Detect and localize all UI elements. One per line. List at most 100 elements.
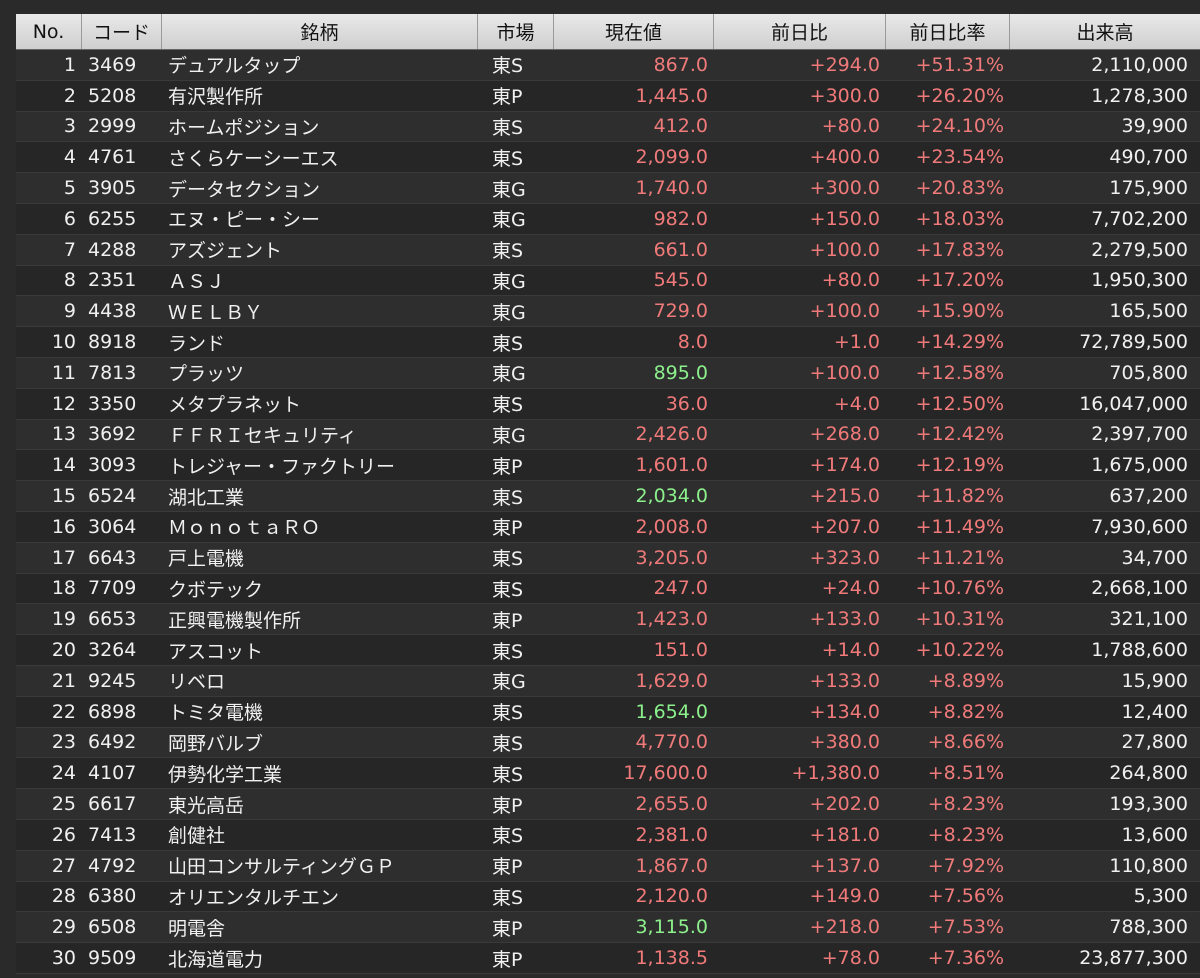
table-row[interactable]: 18 7709 クボテック 東S 247.0 +24.0 +10.76% 2,668,100 xyxy=(16,573,1200,605)
row-code: 7813 xyxy=(88,361,137,384)
table-row[interactable]: 21 9245 リベロ 東G 1,629.0 +133.0 +8.89% 15,900 xyxy=(16,665,1200,697)
row-volume: 13,600 xyxy=(1121,823,1188,846)
row-price: 8.0 xyxy=(677,331,708,354)
table-row[interactable]: 11 7813 プラッツ 東G 895.0 +100.0 +12.58% 705,800 xyxy=(16,357,1200,389)
row-change: +134.0 xyxy=(809,700,880,723)
row-volume: 1,950,300 xyxy=(1091,269,1188,292)
row-change: +300.0 xyxy=(809,177,880,200)
table-row[interactable]: 19 6653 正興電機製作所 東P 1,423.0 +133.0 +10.31% 321,1… xyxy=(16,604,1200,636)
row-name: 山田コンサルティングＧＰ xyxy=(168,856,395,879)
row-market: 東S xyxy=(492,332,524,355)
table-row[interactable]: 28 6380 オリエンタルチエン 東S 2,120.0 +149.0 +7.56% 5,30… xyxy=(16,881,1200,913)
row-volume: 705,800 xyxy=(1109,361,1188,384)
table-row[interactable]: 1 3469 デュアルタップ 東S 867.0 +294.0 +51.31% 2,110,00… xyxy=(16,50,1200,81)
row-no: 24 xyxy=(51,762,76,785)
header-change-rate[interactable]: 前日比率 xyxy=(886,14,1010,49)
row-price: 1,445.0 xyxy=(635,84,708,107)
row-name: 戸上電機 xyxy=(168,548,245,571)
row-no: 30 xyxy=(51,947,76,969)
table-row[interactable]: 24 4107 伊勢化学工業 東S 17,600.0 +1,380.0 +8.51% 264,… xyxy=(16,758,1200,790)
table-row[interactable]: 2 5208 有沢製作所 東P 1,445.0 +300.0 +26.20% 1,278,30… xyxy=(16,80,1200,112)
row-no: 12 xyxy=(51,392,76,415)
row-volume: 23,877,300 xyxy=(1079,947,1188,969)
table-row[interactable]: 12 3350 メタプラネット 東S 36.0 +4.0 +12.50% 16,047,000 xyxy=(16,388,1200,420)
row-price: 1,629.0 xyxy=(635,669,708,692)
row-volume: 34,700 xyxy=(1121,546,1188,569)
table-row[interactable]: 25 6617 東光高岳 東P 2,655.0 +202.0 +8.23% 193,300 xyxy=(16,789,1200,820)
header-no[interactable]: No. xyxy=(16,14,82,49)
row-market: 東G xyxy=(492,209,526,232)
table-row[interactable]: 15 6524 湖北工業 東S 2,034.0 +215.0 +11.82% 637,200 xyxy=(16,481,1200,512)
row-no: 9 xyxy=(63,300,76,323)
row-code: 7709 xyxy=(88,577,137,600)
row-code: 6255 xyxy=(88,207,137,230)
row-market: 東S xyxy=(492,640,524,663)
table-row[interactable]: 30 9509 北海道電力 東P 1,138.5 +78.0 +7.36% 23,877,30… xyxy=(16,943,1200,974)
table-row[interactable]: 29 6508 明電舎 東P 3,115.0 +218.0 +7.53% 788,300 xyxy=(16,912,1200,944)
table-row[interactable]: 14 3093 トレジャー・ファクトリー 東P 1,601.0 +174.0 +12.19%… xyxy=(16,450,1200,482)
table-row[interactable]: 8 2351 ＡＳＪ 東G 545.0 +80.0 +17.20% 1,950,300 xyxy=(16,265,1200,297)
row-market: 東S xyxy=(492,548,524,571)
table-row[interactable]: 7 4288 アズジェント 東S 661.0 +100.0 +17.83% 2,279,500 xyxy=(16,234,1200,266)
row-change-rate: +23.54% xyxy=(915,146,1004,169)
table-row[interactable]: 17 6643 戸上電機 東S 3,205.0 +323.0 +11.21% 34,700 xyxy=(16,542,1200,574)
row-volume: 321,100 xyxy=(1109,608,1188,631)
row-name: データセクション xyxy=(168,178,321,201)
row-volume: 110,800 xyxy=(1109,854,1188,877)
table-row[interactable]: 13 3692 ＦＦＲＩセキュリティ 東G 2,426.0 +268.0 +12.42% 2,… xyxy=(16,419,1200,451)
header-code[interactable]: コード xyxy=(82,14,162,49)
table-row[interactable]: 9 4438 ＷＥＬＢＹ 東G 729.0 +100.0 +15.90% 165,500 xyxy=(16,296,1200,328)
row-change: +323.0 xyxy=(809,546,880,569)
row-code: 6508 xyxy=(88,916,137,939)
table-row[interactable]: 27 4792 山田コンサルティングＧＰ 東P 1,867.0 +137.0 +7.92% 1… xyxy=(16,850,1200,882)
header-volume[interactable]: 出来高 xyxy=(1010,14,1200,49)
row-name: オリエンタルチエン xyxy=(168,886,340,909)
row-no: 10 xyxy=(51,331,76,354)
row-market: 東P xyxy=(492,86,523,109)
header-price[interactable]: 現在値 xyxy=(554,14,714,49)
row-price: 867.0 xyxy=(653,53,708,76)
row-code: 3064 xyxy=(88,515,137,538)
header-name[interactable]: 銘柄 xyxy=(162,14,478,49)
row-volume: 7,702,200 xyxy=(1091,207,1188,230)
row-change-rate: +20.83% xyxy=(915,177,1004,200)
row-code: 6617 xyxy=(88,793,137,816)
row-no: 13 xyxy=(51,423,76,446)
row-name: 伊勢化学工業 xyxy=(168,763,283,786)
table-row[interactable]: 10 8918 ランド 東S 8.0 +1.0 +14.29% 72,789,500 xyxy=(16,327,1200,358)
row-no: 15 xyxy=(51,485,76,508)
row-code: 9245 xyxy=(88,669,137,692)
row-change: +1,380.0 xyxy=(791,762,880,785)
row-name: さくらケーシーエス xyxy=(168,147,339,170)
table-row[interactable]: 5 3905 データセクション 東G 1,740.0 +300.0 +20.83% 175,9… xyxy=(16,173,1200,204)
row-change-rate: +10.22% xyxy=(915,639,1004,662)
row-change: +380.0 xyxy=(809,731,880,754)
row-name: プラッツ xyxy=(168,363,245,386)
row-market: 東P xyxy=(492,609,523,632)
row-change-rate: +7.36% xyxy=(927,947,1004,969)
row-volume: 2,397,700 xyxy=(1091,423,1188,446)
header-change[interactable]: 前日比 xyxy=(714,14,886,49)
row-change-rate: +26.20% xyxy=(915,84,1004,107)
row-change-rate: +11.49% xyxy=(915,515,1004,538)
table-row[interactable]: 20 3264 アスコット 東S 151.0 +14.0 +10.22% 1,788,600 xyxy=(16,635,1200,666)
row-code: 4761 xyxy=(88,146,137,169)
row-change-rate: +8.23% xyxy=(927,823,1004,846)
table-row[interactable]: 16 3064 ＭｏｎｏｔａＲＯ 東P 2,008.0 +207.0 +11.49% 7,93… xyxy=(16,511,1200,543)
row-no: 21 xyxy=(51,669,76,692)
table-row[interactable]: 3 2999 ホームポジション 東S 412.0 +80.0 +24.10% 39,900 xyxy=(16,111,1200,143)
row-name: ＭｏｎｏｔａＲＯ xyxy=(168,517,321,540)
row-change: +300.0 xyxy=(809,84,880,107)
header-market[interactable]: 市場 xyxy=(478,14,554,49)
table-row[interactable]: 6 6255 エヌ・ピー・シー 東G 982.0 +150.0 +18.03% 7,702,2… xyxy=(16,203,1200,235)
row-market: 東S xyxy=(492,55,524,78)
row-code: 4792 xyxy=(88,854,137,877)
row-change-rate: +8.82% xyxy=(927,700,1004,723)
table-row[interactable]: 4 4761 さくらケーシーエス 東S 2,099.0 +400.0 +23.54% 490,… xyxy=(16,142,1200,174)
row-code: 3093 xyxy=(88,454,137,477)
table-row[interactable]: 22 6898 トミタ電機 東S 1,654.0 +134.0 +8.82% 12,400 xyxy=(16,696,1200,728)
row-volume: 788,300 xyxy=(1109,916,1188,939)
table-row[interactable]: 23 6492 岡野バルブ 東S 4,770.0 +380.0 +8.66% 27,800 xyxy=(16,727,1200,759)
row-no: 5 xyxy=(63,177,76,200)
table-row[interactable]: 26 7413 創健社 東S 2,381.0 +181.0 +8.23% 13,600 xyxy=(16,819,1200,851)
